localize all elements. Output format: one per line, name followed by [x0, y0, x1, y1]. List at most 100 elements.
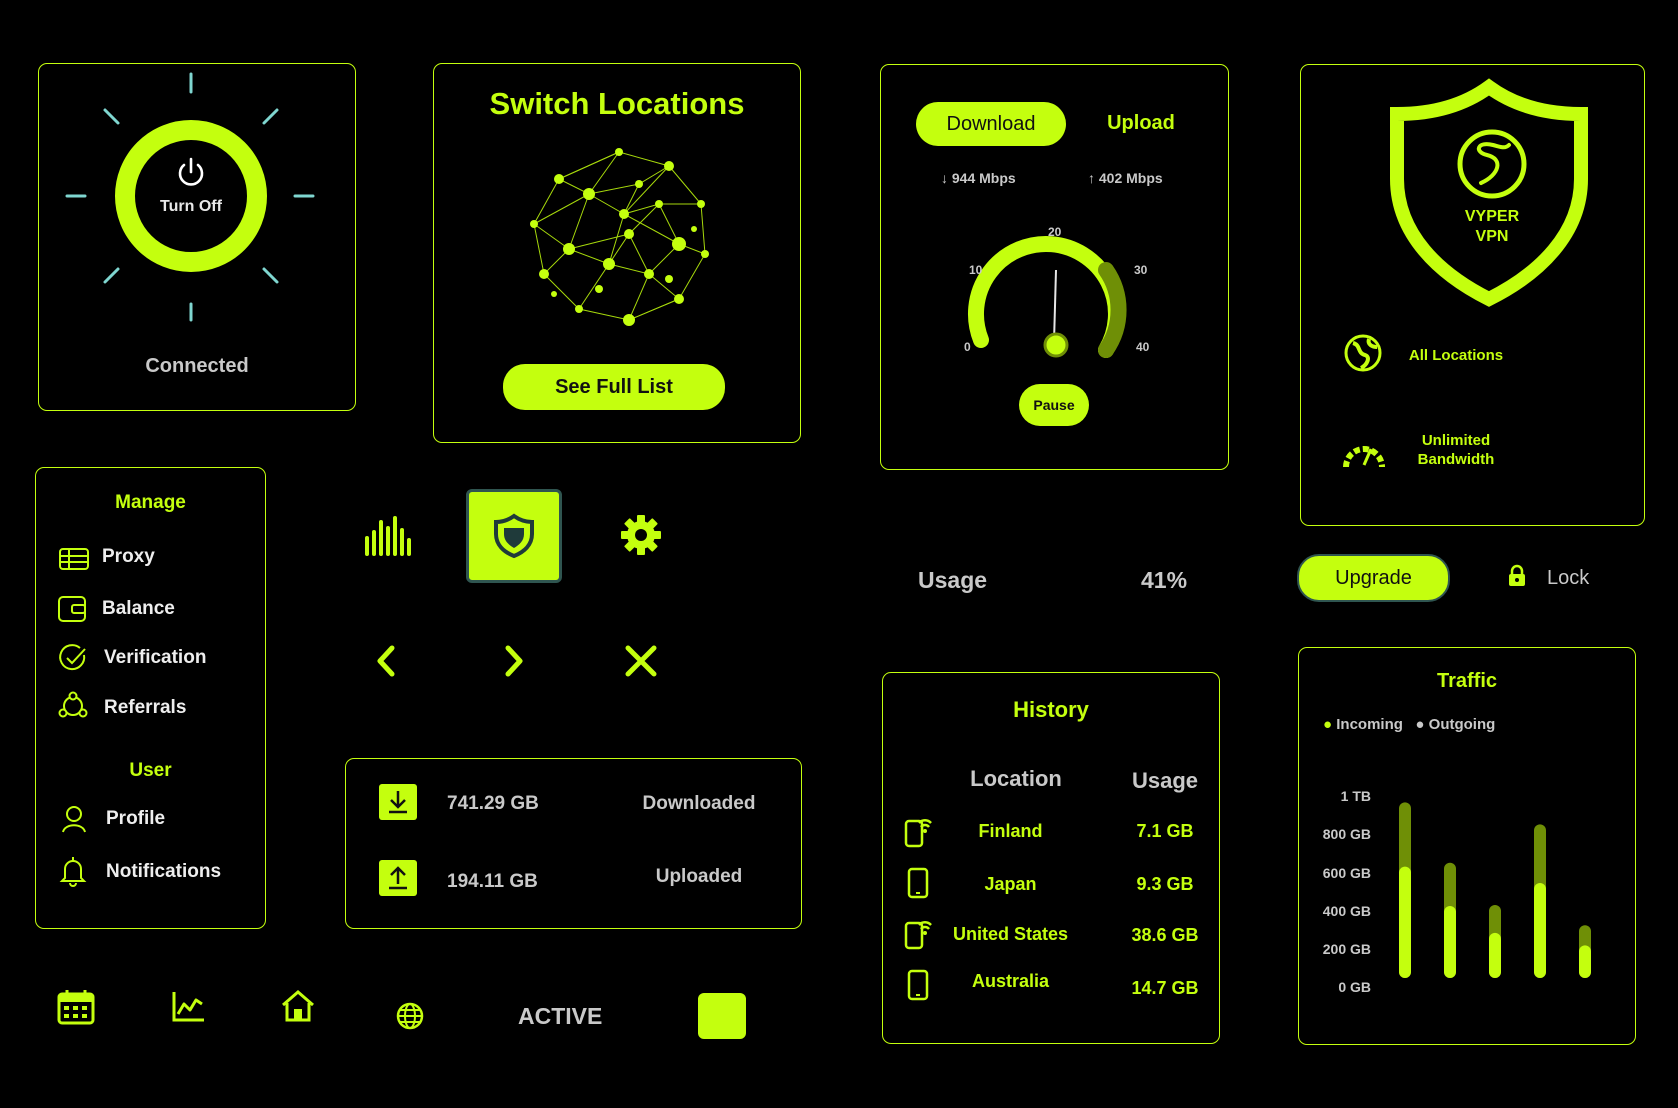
history-location-0: Finland	[978, 821, 1043, 841]
phone-icon	[907, 867, 929, 899]
tab-download[interactable]: Download	[916, 102, 1066, 146]
traffic-legend: ● Incoming ● Outgoing	[1323, 716, 1495, 733]
feature-unlimited-bandwidth: Unlimited Bandwidth	[1417, 432, 1495, 468]
active-indicator-button[interactable]	[698, 993, 746, 1039]
switch-locations-title: Switch Locations	[489, 86, 745, 121]
history-card: History Location Usage Finland 7.1 GB Ja…	[882, 672, 1220, 1044]
arrow-up-icon: ↑	[1088, 170, 1095, 186]
menu-item-notifications[interactable]: Notifications	[106, 861, 221, 883]
line-chart-icon[interactable]	[172, 990, 206, 1022]
traffic-bar-incoming	[1444, 906, 1456, 978]
lock-label[interactable]: Lock	[1547, 567, 1589, 590]
menu-item-referrals[interactable]: Referrals	[104, 697, 186, 719]
menu-item-balance[interactable]: Balance	[102, 598, 175, 620]
power-icon	[178, 157, 204, 186]
check-circle-icon	[59, 644, 86, 671]
history-usage-0: 7.1 GB	[1136, 821, 1194, 841]
brand-line-1: VYPER	[1465, 208, 1520, 225]
manage-menu-card: Manage Proxy Balance Verification Referr…	[35, 467, 266, 929]
see-full-list-button[interactable]: See Full List	[503, 364, 725, 410]
feature-all-locations: All Locations	[1408, 347, 1504, 364]
traffic-bar-incoming	[1399, 866, 1411, 978]
phone-wifi-icon	[904, 921, 932, 950]
traffic-bar-chart	[1399, 802, 1591, 978]
home-icon[interactable]	[281, 990, 315, 1022]
turn-off-label: Turn Off	[160, 198, 222, 215]
gauge-label-40: 40	[1136, 340, 1150, 354]
menu-item-profile[interactable]: Profile	[106, 808, 165, 830]
traffic-title: Traffic	[1436, 670, 1498, 692]
power-card: Turn Off Connected	[38, 63, 356, 411]
connection-status: Connected	[145, 355, 249, 377]
history-location-3: Australia	[971, 971, 1050, 991]
shield-logo-icon: VYPER VPN	[1390, 78, 1588, 307]
gauge-label-20: 20	[1048, 225, 1062, 239]
uploaded-label: Uploaded	[655, 866, 743, 887]
chevron-right-icon[interactable]	[503, 645, 525, 677]
download-icon	[379, 784, 417, 820]
gauge-label-0: 0	[964, 340, 971, 354]
history-usage-2: 38.6 GB	[1131, 925, 1199, 945]
y-tick-label: 600 GB	[1322, 865, 1371, 881]
active-label: ACTIVE	[518, 1003, 603, 1029]
legend-outgoing-dot: ●	[1415, 716, 1425, 733]
history-usage-3: 14.7 GB	[1131, 978, 1199, 998]
globe-network-icon	[530, 148, 709, 326]
speed-card: Download Upload ↓ 944 Mbps ↑ 402 Mbps 0 …	[880, 64, 1229, 470]
arrow-down-icon: ↓	[941, 170, 948, 186]
menu-item-proxy[interactable]: Proxy	[102, 546, 155, 568]
phone-wifi-icon	[904, 819, 932, 848]
brand-line-2: VPN	[1476, 228, 1509, 245]
globe-icon	[1344, 334, 1382, 372]
shield-icon	[494, 513, 534, 559]
upload-rate: ↑ 402 Mbps	[1088, 170, 1163, 186]
history-title: History	[1013, 697, 1089, 722]
history-location-2: United States	[952, 924, 1069, 944]
close-icon[interactable]	[625, 645, 657, 677]
history-location-1: Japan	[984, 874, 1037, 894]
usage-label: Usage	[918, 567, 988, 593]
y-tick-label: 400 GB	[1322, 903, 1371, 919]
tab-upload[interactable]: Upload	[1086, 112, 1196, 135]
traffic-bar-incoming	[1534, 882, 1546, 978]
history-usage-1: 9.3 GB	[1136, 874, 1194, 894]
uploaded-value: 194.11 GB	[447, 871, 538, 892]
legend-incoming: Incoming	[1336, 716, 1403, 733]
shield-tab-button[interactable]	[466, 489, 562, 583]
manage-title: Manage	[115, 492, 186, 513]
globe-icon[interactable]	[396, 1002, 424, 1030]
menu-item-verification[interactable]: Verification	[104, 647, 206, 669]
upload-icon	[379, 860, 417, 896]
proxy-icon	[59, 548, 89, 570]
history-header-usage: Usage	[1131, 768, 1199, 793]
pause-button[interactable]: Pause	[1019, 384, 1089, 426]
wallet-icon	[58, 596, 86, 622]
bar-chart-icon[interactable]	[364, 514, 412, 556]
lock-icon[interactable]	[1508, 564, 1526, 586]
traffic-bar-incoming	[1489, 932, 1501, 978]
upload-rate-value: 402 Mbps	[1098, 170, 1163, 186]
legend-incoming-dot: ●	[1323, 716, 1333, 733]
user-icon	[62, 806, 86, 833]
gauge-label-10: 10	[969, 263, 983, 277]
speed-gauge: 0 10 20 30 40	[964, 225, 1150, 358]
upgrade-button[interactable]: Upgrade	[1297, 554, 1450, 602]
download-rate-value: 944 Mbps	[951, 170, 1016, 186]
legend-outgoing: Outgoing	[1428, 716, 1496, 733]
traffic-bar-incoming	[1579, 945, 1591, 978]
download-rate: ↓ 944 Mbps	[941, 170, 1016, 186]
calendar-icon[interactable]	[57, 990, 95, 1025]
speedometer-icon	[1343, 446, 1385, 468]
history-header-location: Location	[970, 766, 1062, 791]
gear-icon[interactable]	[620, 514, 662, 556]
user-title: User	[129, 760, 172, 781]
usage-percent: 41%	[1141, 567, 1188, 593]
referrals-icon	[58, 691, 88, 718]
bell-icon	[59, 857, 87, 887]
downloaded-label: Downloaded	[642, 793, 756, 814]
transfer-card: 741.29 GB Downloaded 194.11 GB Uploaded	[345, 758, 802, 929]
chevron-left-icon[interactable]	[375, 645, 397, 677]
turn-off-button[interactable]: Turn Off	[139, 146, 243, 246]
gauge-label-30: 30	[1134, 263, 1148, 277]
traffic-card: Traffic ● Incoming ● Outgoing 1 TB 800 G…	[1298, 647, 1636, 1045]
